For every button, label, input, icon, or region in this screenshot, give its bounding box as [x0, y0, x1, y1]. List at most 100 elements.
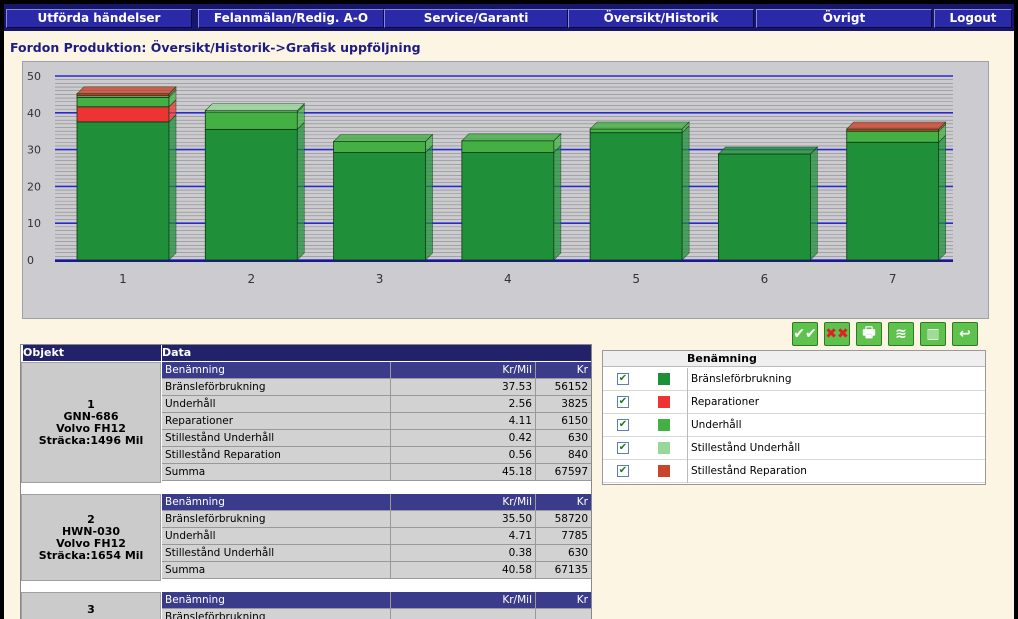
table-header-cell: Benämning — [162, 494, 391, 511]
chart-toolbar: ✔✔ ✖✖ 🖶 ≋ ▥ ↩ — [792, 322, 992, 346]
bar-chart-button[interactable]: ▥ — [920, 322, 946, 346]
table-header-row: Benämning Kr/Mil Kr — [21, 494, 591, 511]
x-tick-label: 4 — [504, 272, 512, 286]
legend-row: ✔ Bränsleförbrukning — [603, 368, 985, 391]
table-row: Bränsleförbrukning 37.53 56152 — [21, 379, 591, 396]
nav-felanmalan[interactable]: Felanmälan/Redig. A-O — [198, 9, 384, 28]
bar-segment — [333, 152, 426, 261]
table-cell — [391, 609, 536, 619]
nav-ovrigt[interactable]: Övrigt — [756, 9, 932, 28]
legend-checkbox[interactable]: ✔ — [617, 442, 629, 454]
legend-color-swatch — [658, 396, 670, 408]
table-cell: 0.38 — [391, 545, 536, 562]
table-cell: 2.56 — [391, 396, 536, 413]
table-header-cell: Kr/Mil — [391, 362, 536, 379]
bar-segment-side — [296, 121, 305, 261]
legend-checkbox[interactable]: ✔ — [617, 465, 629, 477]
bar-segment — [204, 128, 298, 261]
bar-segment — [461, 140, 555, 153]
x-tick-label: 5 — [632, 272, 640, 286]
legend-color-swatch — [658, 373, 670, 385]
table-row: Underhåll 4.71 7785 — [21, 528, 591, 545]
bar-segment-side — [681, 124, 690, 261]
bar-top — [204, 103, 306, 111]
bar-top — [717, 146, 819, 155]
legend-row: ✔ Stillestånd Reparation — [603, 460, 985, 483]
legend-checkbox[interactable]: ✔ — [617, 396, 629, 408]
table-row: Bränsleförbrukning — [21, 609, 591, 619]
back-button[interactable]: ↩ — [952, 322, 978, 346]
table-cell: 35.50 — [391, 511, 536, 528]
legend-label: Stillestånd Reparation — [687, 460, 807, 483]
line-chart-button[interactable]: ≋ — [888, 322, 914, 346]
y-tick-label: 10 — [27, 217, 41, 230]
table-cell: Summa — [162, 464, 391, 481]
table-row: Underhåll 2.56 3825 — [21, 396, 591, 413]
table-cell: Stillestånd Reparation — [162, 447, 391, 464]
chart-panel: 0 10 20 30 40 50 1 2 3 4 5 6 7 — [22, 61, 989, 319]
bar-top — [461, 133, 562, 142]
table-row: Bränsleförbrukning 35.50 58720 — [21, 511, 591, 528]
x-tick-label: 7 — [889, 272, 897, 286]
y-tick-label: 30 — [27, 144, 41, 157]
bar-segment — [76, 96, 170, 108]
table-row: Reparationer 4.11 6150 — [21, 413, 591, 430]
table-cell: 56152 — [536, 379, 591, 396]
legend-checkbox[interactable]: ✔ — [617, 373, 629, 385]
table-cell: Bränsleförbrukning — [162, 379, 391, 396]
bar-segment — [76, 93, 170, 97]
nav-utforda-handelser[interactable]: Utförda händelser — [6, 9, 192, 28]
bar-segment — [846, 130, 940, 143]
check-all-button[interactable]: ✔✔ — [792, 322, 818, 346]
col-data-header: Data — [162, 345, 591, 361]
legend-label: Bränsleförbrukning — [687, 368, 792, 391]
table-cell: Bränsleförbrukning — [162, 511, 391, 528]
bar-segment-side — [425, 144, 433, 261]
uncheck-all-button[interactable]: ✖✖ — [824, 322, 850, 346]
x-tick-label: 6 — [761, 272, 769, 286]
col-objekt-header: Objekt — [23, 345, 161, 361]
bar-segment — [846, 128, 940, 132]
x-tick-label: 2 — [247, 272, 255, 286]
table-cell: 3825 — [536, 396, 591, 413]
table-row: Stillestånd Underhåll 0.38 630 — [21, 545, 591, 562]
table-cell: 840 — [536, 447, 591, 464]
bar-segment-side — [938, 134, 947, 261]
y-tick-label: 20 — [27, 180, 41, 193]
legend-header-label: Benämning — [687, 352, 757, 365]
bar-segment — [76, 121, 170, 261]
table-cell: Reparationer — [162, 413, 391, 430]
bar-segment-side — [810, 146, 818, 261]
print-button[interactable]: 🖶 — [856, 322, 882, 346]
nav-oversikt-historik[interactable]: Översikt/Historik — [568, 9, 754, 28]
bar-segment — [589, 128, 683, 134]
bar-top — [589, 121, 690, 130]
legend-checkbox[interactable]: ✔ — [617, 419, 629, 431]
bar-segment — [718, 153, 811, 261]
y-tick-label: 50 — [27, 70, 41, 83]
bar-segment — [76, 106, 170, 123]
bar-segment — [846, 141, 940, 261]
legend-color-swatch — [658, 419, 670, 431]
table-cell: Underhåll — [162, 528, 391, 545]
nav-service-garanti[interactable]: Service/Garanti — [384, 9, 568, 28]
x-tick-label: 3 — [376, 272, 384, 286]
table-header-cell: Benämning — [162, 362, 391, 379]
table-row: Summa 40.58 67135 — [21, 562, 591, 579]
table-header-cell: Kr/Mil — [391, 494, 536, 511]
table-row: Stillestånd Underhåll 0.42 630 — [21, 430, 591, 447]
table-header-cell: Kr — [536, 592, 591, 609]
table-cell: Summa — [162, 562, 391, 579]
bar-segment-side — [553, 144, 562, 261]
table-cell: 58720 — [536, 511, 591, 528]
table-cell: Stillestånd Underhåll — [162, 545, 391, 562]
bar-segment — [589, 132, 683, 261]
table-header-cell: Kr — [536, 362, 591, 379]
table-cell: Stillestånd Underhåll — [162, 430, 391, 447]
table-cell: 40.58 — [391, 562, 536, 579]
bar-segment — [461, 152, 555, 261]
table-cell: 0.42 — [391, 430, 536, 447]
table-row: Summa 45.18 67597 — [21, 464, 591, 481]
table-cell: 630 — [536, 545, 591, 562]
nav-logout[interactable]: Logout — [934, 9, 1012, 28]
